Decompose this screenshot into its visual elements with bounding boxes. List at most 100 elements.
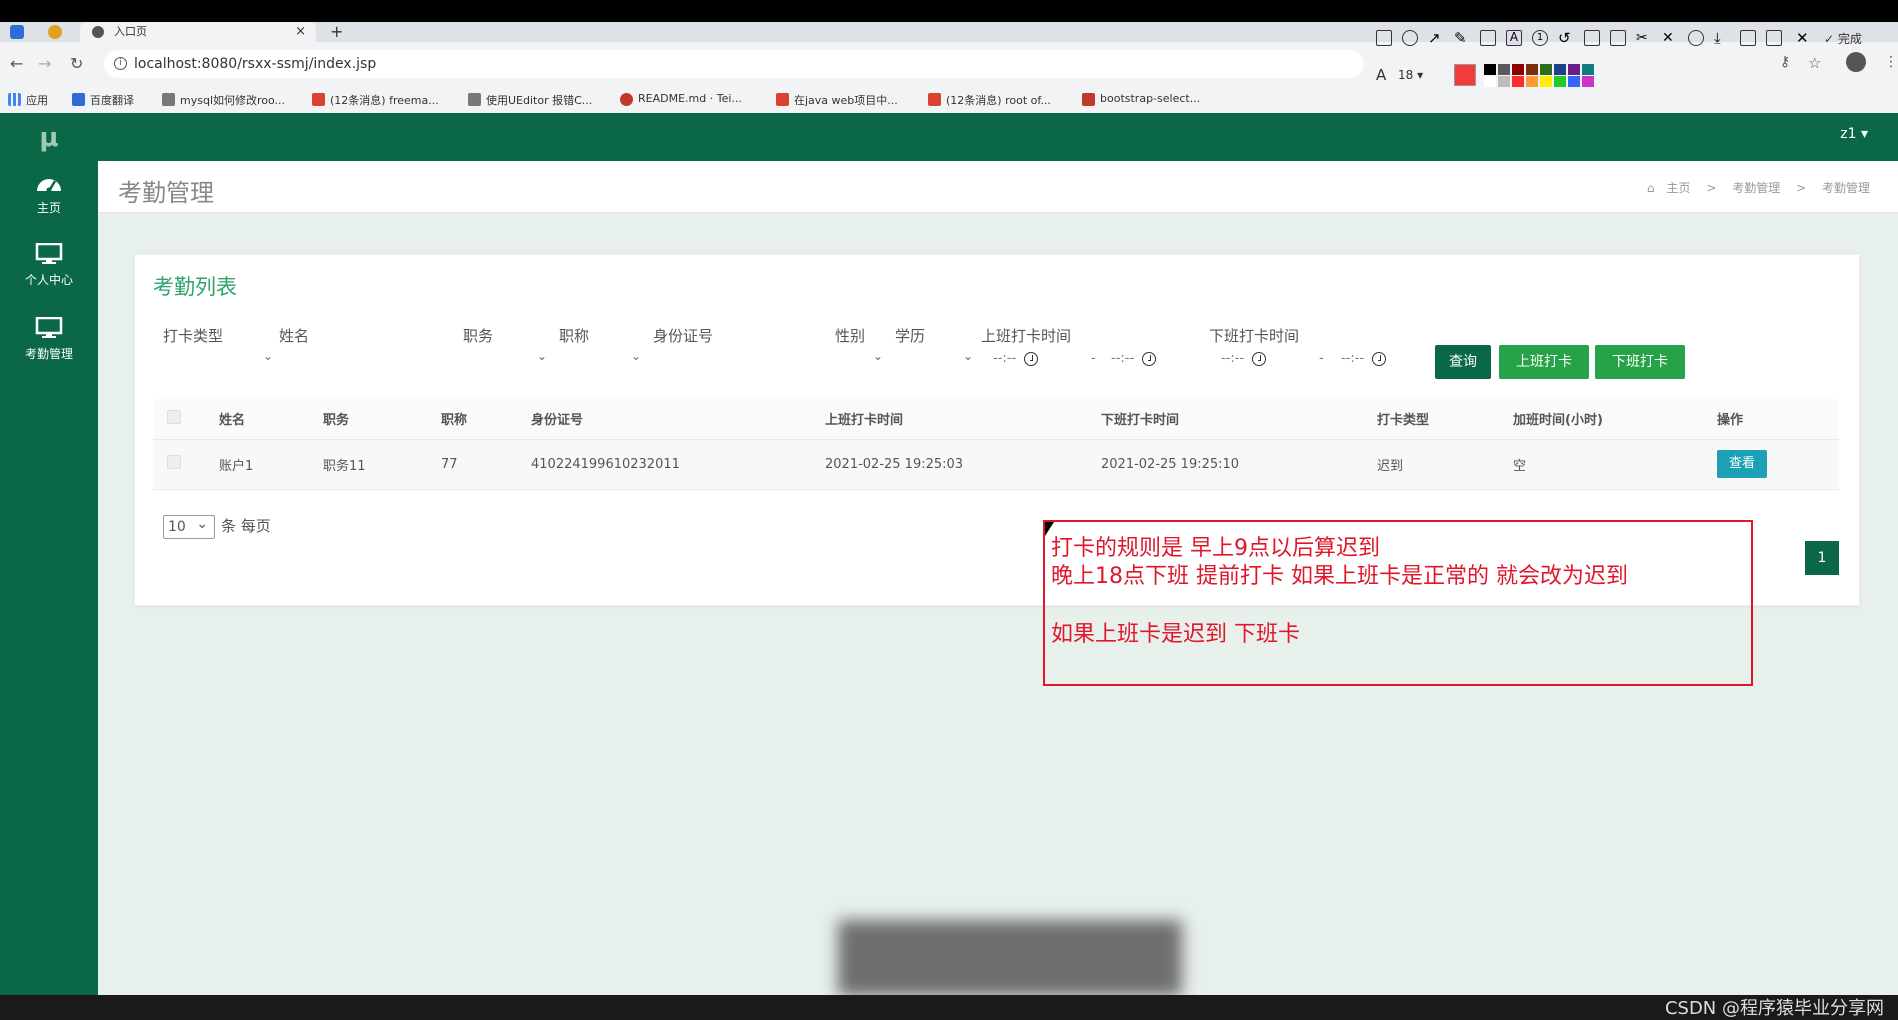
translate-tool-icon[interactable] (1610, 30, 1626, 46)
bookmark-item[interactable]: mysql如何修改roo... (162, 92, 285, 108)
column-header[interactable]: 打卡类型 (1371, 399, 1507, 440)
column-header[interactable]: 加班时间(小时) (1507, 399, 1711, 440)
chrome-icon[interactable] (48, 25, 62, 39)
column-header[interactable]: 职称 (435, 399, 525, 440)
page-size-select[interactable]: 10 (163, 513, 215, 539)
chevron-down-icon: ⌄ (872, 349, 883, 363)
bookmark-favicon-icon (162, 93, 175, 106)
rectangle-tool-icon[interactable] (1376, 30, 1392, 46)
sidebar-item-home[interactable]: 主页 (0, 171, 98, 216)
clock-in-button[interactable]: 上班打卡 (1499, 345, 1589, 379)
color-swatch[interactable] (1526, 76, 1538, 87)
color-swatch[interactable] (1498, 76, 1510, 87)
sidebar-item-personal-center[interactable]: 个人中心 (0, 243, 98, 288)
clock-in-end-time[interactable]: --:-- (1111, 351, 1157, 366)
reload-icon[interactable]: ↻ (70, 54, 83, 73)
forward-arrow-icon[interactable]: → (38, 54, 51, 73)
page-title: 考勤管理 (118, 179, 214, 207)
id-number-input[interactable] (653, 347, 823, 371)
breadcrumb-item[interactable]: 考勤管理 (1732, 181, 1780, 195)
pen-tool-icon[interactable]: ✎ (1454, 30, 1470, 46)
clock-out-end-time[interactable]: --:-- (1341, 351, 1387, 366)
arrow-tool-icon[interactable]: ↗ (1428, 30, 1444, 46)
scissors-icon[interactable]: ✂ (1636, 30, 1652, 46)
color-swatch[interactable] (1582, 64, 1594, 75)
browser-tab[interactable]: 入口页 × (80, 22, 316, 42)
bookmark-item[interactable]: (12条消息) freema... (312, 92, 439, 108)
download-icon[interactable]: ⤓ (1714, 30, 1730, 46)
clock-out-button[interactable]: 下班打卡 (1595, 345, 1685, 379)
color-swatch[interactable] (1554, 76, 1566, 87)
bookmark-label: (12条消息) freema... (330, 94, 439, 107)
color-swatch[interactable] (1498, 64, 1510, 75)
copy-icon[interactable] (1740, 30, 1756, 46)
url-field[interactable]: i localhost:8080/rsxx-ssmj/index.jsp (104, 50, 1364, 78)
position-select[interactable]: ⌄ (459, 347, 547, 371)
bookmark-item[interactable]: (12条消息) root of... (928, 92, 1051, 108)
pin-tool-icon[interactable] (1584, 30, 1600, 46)
mail-icon[interactable] (10, 25, 24, 39)
clock-in-start-time[interactable]: --:-- (993, 351, 1039, 366)
close-icon[interactable]: ✕ (1796, 30, 1812, 46)
color-swatch[interactable] (1568, 76, 1580, 87)
color-swatch[interactable] (1582, 76, 1594, 87)
name-input[interactable] (279, 347, 449, 371)
column-header[interactable]: 身份证号 (525, 399, 819, 440)
clock-out-start-time[interactable]: --:-- (1221, 351, 1267, 366)
sidebar-item-attendance[interactable]: 考勤管理 (0, 317, 98, 362)
bookmark-label: 应用 (26, 94, 48, 107)
screen: 入口页 × + ← → ↻ i localhost:8080/rsxx-ssmj… (0, 0, 1898, 1020)
row-checkbox[interactable] (167, 455, 181, 469)
number-tool-icon[interactable]: 1 (1532, 30, 1548, 46)
back-arrow-icon[interactable]: ← (10, 54, 23, 73)
globe-icon (92, 26, 104, 38)
column-header[interactable]: 上班打卡时间 (819, 399, 1095, 440)
time-placeholder: --:-- (993, 351, 1017, 366)
view-button[interactable]: 查看 (1717, 450, 1767, 478)
bookmark-item[interactable]: bootstrap-select... (1082, 92, 1200, 106)
color-swatch[interactable] (1512, 76, 1524, 87)
text-tool-icon[interactable]: A (1506, 30, 1522, 46)
color-swatch[interactable] (1512, 64, 1524, 75)
font-size-select[interactable]: 18 ▾ (1398, 68, 1423, 82)
info-icon[interactable]: i (114, 57, 127, 70)
color-swatch[interactable] (1540, 64, 1552, 75)
color-swatch[interactable] (1526, 64, 1538, 75)
pushpin-icon[interactable]: ✕ (1662, 30, 1678, 46)
annotation-textbox[interactable]: 打卡的规则是 早上9点以后算迟到 晚上18点下班 提前打卡 如果上班卡是正常的 … (1043, 520, 1753, 686)
bookmark-item[interactable]: 百度翻译 (72, 92, 134, 108)
time-placeholder: --:-- (1341, 351, 1365, 366)
user-menu[interactable]: z1 ▾ (1840, 126, 1868, 142)
color-swatch[interactable] (1484, 64, 1496, 75)
column-header[interactable]: 姓名 (213, 399, 317, 440)
breadcrumb-home[interactable]: 主页 (1667, 181, 1691, 195)
active-color-swatch[interactable] (1454, 64, 1476, 86)
undo-icon[interactable]: ↺ (1558, 30, 1574, 46)
gender-select[interactable]: ⌄ (835, 347, 883, 371)
bookmark-item[interactable]: README.md · Tei... (620, 92, 742, 106)
select-all-checkbox[interactable] (167, 409, 181, 424)
bookmark-item[interactable]: 使用UEditor 报错C... (468, 92, 592, 108)
bookmark-tool-icon[interactable] (1766, 30, 1782, 46)
done-button[interactable]: ✓ 完成 (1824, 30, 1862, 47)
education-select[interactable]: ⌄ (895, 347, 973, 371)
job-title-select[interactable]: ⌄ (555, 347, 641, 371)
page-button-1[interactable]: 1 (1805, 541, 1839, 575)
punch-type-select[interactable]: ⌄ (163, 347, 273, 371)
column-header[interactable]: 下班打卡时间 (1095, 399, 1371, 440)
range-separator: - (1091, 351, 1096, 366)
close-tab-icon[interactable]: × (295, 22, 306, 42)
color-swatch[interactable] (1554, 64, 1566, 75)
color-swatch[interactable] (1484, 76, 1496, 87)
new-tab-button[interactable]: + (330, 22, 343, 42)
bookmark-item[interactable]: 应用 (8, 92, 48, 108)
column-header[interactable]: 职务 (317, 399, 435, 440)
bookmark-item[interactable]: 在java web项目中... (776, 92, 898, 108)
ellipse-tool-icon[interactable] (1402, 30, 1418, 46)
color-swatch[interactable] (1540, 76, 1552, 87)
color-swatch[interactable] (1568, 64, 1580, 75)
record-icon[interactable] (1688, 30, 1704, 46)
mosaic-tool-icon[interactable] (1480, 30, 1496, 46)
bookmark-label: 使用UEditor 报错C... (486, 94, 593, 107)
query-button[interactable]: 查询 (1435, 345, 1491, 379)
